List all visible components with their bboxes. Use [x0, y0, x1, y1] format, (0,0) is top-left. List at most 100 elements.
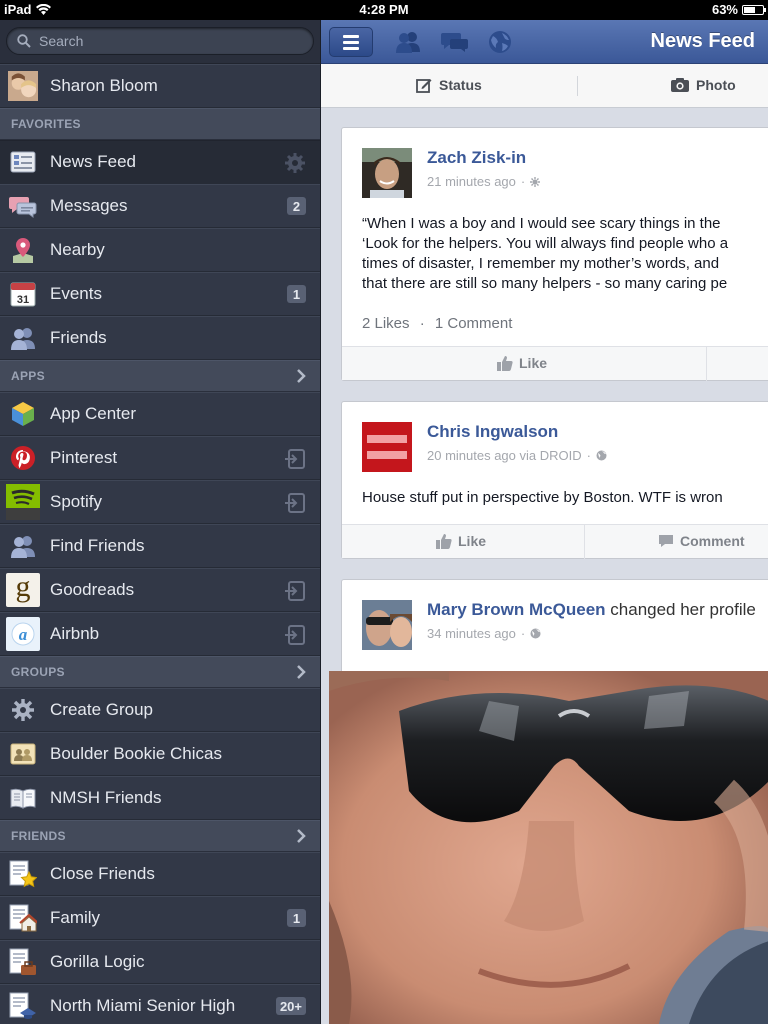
post-text-line: ‘Look for the helpers. You will always f…: [362, 235, 729, 252]
sidebar-item-nearby[interactable]: Nearby: [0, 228, 320, 272]
section-groups[interactable]: GROUPS: [0, 656, 320, 688]
post-author-avatar[interactable]: [362, 422, 412, 472]
messages-nav-icon[interactable]: [441, 30, 469, 59]
likes-count[interactable]: 2 Likes: [362, 315, 410, 332]
edit-icon: [416, 79, 432, 93]
post-time: 20 minutes ago via DROID: [427, 448, 582, 463]
section-favorites: FAVORITES: [0, 108, 320, 140]
author-name[interactable]: Zach Zisk-in: [427, 148, 526, 167]
spotify-icon: [6, 484, 40, 520]
navigation-bar: News Feed: [321, 20, 768, 64]
sidebar-item-close-friends[interactable]: Close Friends: [0, 852, 320, 896]
post-author[interactable]: Chris Ingwalson: [427, 422, 558, 442]
open-app-icon[interactable]: [284, 580, 306, 607]
sidebar-item-airbnb[interactable]: a Airbnb: [0, 612, 320, 656]
comment-button[interactable]: Comment: [658, 533, 745, 549]
sidebar-item-find-friends[interactable]: Find Friends: [0, 524, 320, 568]
sidebar-item-goodreads[interactable]: g Goodreads: [0, 568, 320, 612]
post-author: Mary Brown McQueen changed her profile: [427, 600, 756, 620]
sidebar-item-label: Boulder Bookie Chicas: [50, 744, 222, 763]
like-button[interactable]: Like: [436, 533, 486, 549]
battery-percent: 63%: [711, 2, 738, 17]
comment-label: Comment: [680, 533, 745, 549]
search-field[interactable]: [6, 27, 314, 55]
post-author[interactable]: Zach Zisk-in: [427, 148, 526, 168]
sidebar-item-messages[interactable]: Messages 2: [0, 184, 320, 228]
sidebar-item-friends[interactable]: Friends: [0, 316, 320, 360]
divider: [584, 525, 585, 559]
sidebar-item-news-feed[interactable]: News Feed: [0, 140, 320, 184]
search-icon: [17, 34, 31, 48]
post-text-line: that there are still so many helpers - s…: [362, 275, 728, 292]
app-center-icon: [8, 399, 38, 429]
sidebar-item-label: Find Friends: [50, 536, 145, 555]
search-input[interactable]: [39, 33, 299, 49]
status-label: Status: [439, 77, 482, 93]
post-meta: 20 minutes ago via DROID ·: [427, 448, 607, 463]
author-name[interactable]: Mary Brown McQueen: [427, 600, 606, 619]
sidebar-item-nmsh-friends[interactable]: NMSH Friends: [0, 776, 320, 820]
open-app-icon[interactable]: [284, 624, 306, 651]
sidebar-item-events[interactable]: 31 Events 1: [0, 272, 320, 316]
sidebar-item-spotify[interactable]: Spotify: [0, 480, 320, 524]
post-meta: 34 minutes ago ·: [427, 626, 541, 641]
profile-item[interactable]: Sharon Bloom: [0, 64, 320, 108]
sidebar-item-pinterest[interactable]: Pinterest: [0, 436, 320, 480]
photo-button[interactable]: Photo: [671, 77, 736, 93]
count-badge: 1: [287, 285, 306, 303]
sidebar-item-label: News Feed: [50, 152, 136, 171]
messages-icon: [8, 191, 38, 221]
count-badge: 2: [287, 197, 306, 215]
sidebar-item-label: Gorilla Logic: [50, 952, 145, 971]
photo-label: Photo: [696, 77, 736, 93]
profile-name: Sharon Bloom: [50, 76, 158, 95]
menu-button[interactable]: [329, 27, 373, 57]
sidebar-item-label: Create Group: [50, 700, 153, 719]
status-button[interactable]: Status: [416, 77, 482, 93]
section-title: GROUPS: [11, 665, 65, 679]
calendar-day: 31: [17, 294, 29, 306]
profile-photo[interactable]: [329, 671, 768, 1024]
section-friends[interactable]: FRIENDS: [0, 820, 320, 852]
post-time: 21 minutes ago: [427, 174, 516, 189]
sidebar-item-label: Pinterest: [50, 448, 118, 467]
briefcase-list-icon: [8, 947, 38, 977]
post-action-text: changed her profile: [610, 600, 756, 619]
count-badge: 1: [287, 909, 306, 927]
notifications-globe-icon[interactable]: [488, 30, 512, 59]
comment-icon: [659, 535, 673, 547]
count-badge: 20+: [275, 997, 306, 1015]
section-title: FRIENDS: [11, 829, 66, 843]
sidebar-item-label: Nearby: [50, 240, 105, 259]
privacy-friends-icon: [530, 176, 541, 187]
book-icon: [8, 783, 38, 813]
post-author-avatar[interactable]: [362, 148, 412, 198]
post-engagement[interactable]: 2 Likes · 1 Comment: [362, 315, 512, 332]
chevron-right-icon: [296, 369, 306, 386]
section-apps[interactable]: APPS: [0, 360, 320, 392]
sidebar-item-label: Spotify: [50, 492, 102, 511]
sidebar-item-boulder-bookie-chicas[interactable]: Boulder Bookie Chicas: [0, 732, 320, 776]
sidebar-item-label: NMSH Friends: [50, 788, 162, 807]
sidebar-item-gorilla-logic[interactable]: Gorilla Logic: [0, 940, 320, 984]
sidebar-item-north-miami-senior-high[interactable]: North Miami Senior High 20+: [0, 984, 320, 1024]
pinterest-icon: [8, 443, 38, 473]
post-text-line: times of disaster, I remember my mother’…: [362, 255, 720, 272]
camera-icon: [671, 78, 689, 92]
post-author-avatar[interactable]: [362, 600, 412, 650]
like-label: Like: [458, 533, 487, 549]
comments-count[interactable]: 1 Comment: [435, 315, 513, 332]
goodreads-icon: g: [6, 572, 40, 607]
author-name[interactable]: Chris Ingwalson: [427, 422, 558, 441]
friends-icon: [8, 323, 38, 353]
settings-gear-icon[interactable]: [284, 152, 306, 179]
house-list-icon: [8, 903, 38, 933]
sidebar-item-create-group[interactable]: Create Group: [0, 688, 320, 732]
sidebar-item-family[interactable]: Family 1: [0, 896, 320, 940]
open-app-icon[interactable]: [284, 448, 306, 475]
open-app-icon[interactable]: [284, 492, 306, 519]
like-label: Like: [519, 355, 548, 371]
sidebar-item-app-center[interactable]: App Center: [0, 392, 320, 436]
like-button[interactable]: Like: [497, 355, 547, 371]
friend-requests-icon[interactable]: [395, 30, 421, 59]
